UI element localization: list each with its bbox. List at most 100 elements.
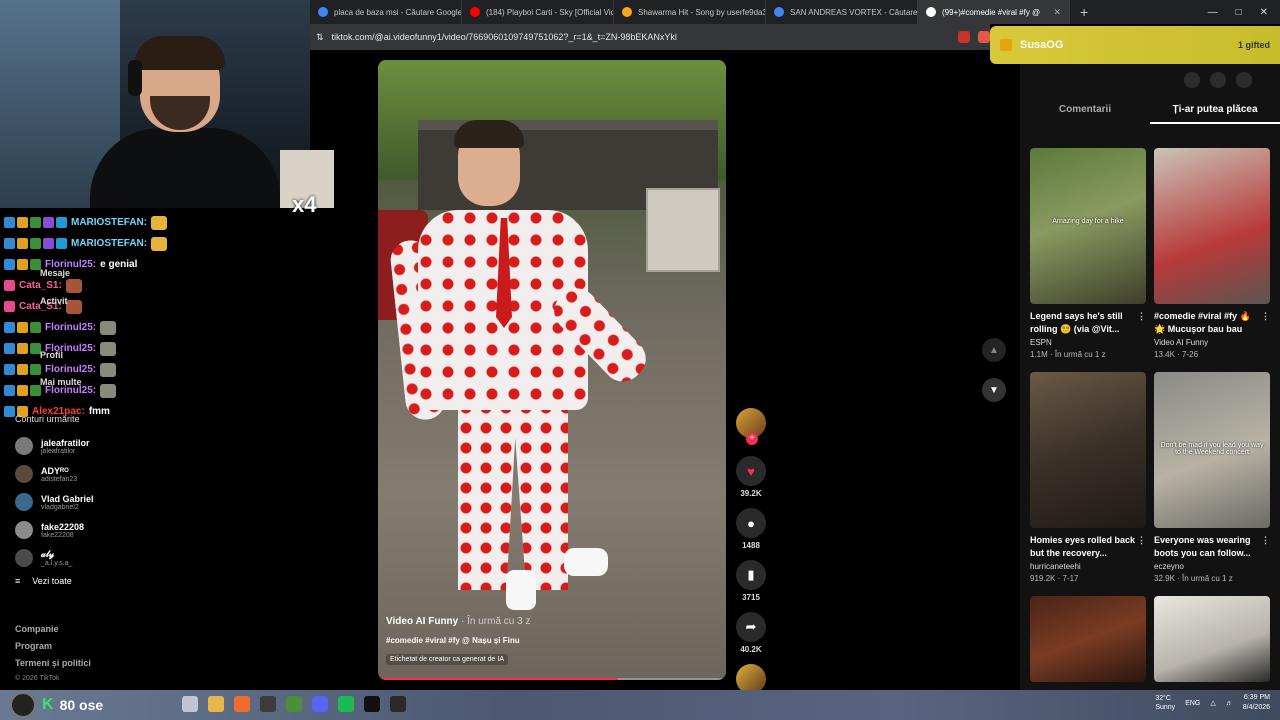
video-card[interactable]: Don't be mad if you lead you way to the … bbox=[1154, 372, 1270, 596]
url-text[interactable]: tiktok.com/@ai.videofunny1/video/7669060… bbox=[332, 32, 950, 42]
tab-title: (184) Playboi Carti - Sky [Official Vide bbox=[486, 7, 614, 17]
volume-icon[interactable]: ♬ bbox=[1226, 700, 1233, 707]
save-count: 3715 bbox=[742, 593, 760, 602]
more-options-icon[interactable]: ⋮ bbox=[1137, 310, 1146, 336]
comment-button[interactable]: ● bbox=[736, 508, 766, 538]
video-progress-bar[interactable] bbox=[378, 678, 726, 680]
chevron-up-icon: ▲ bbox=[989, 344, 999, 356]
save-button[interactable]: ▮ bbox=[736, 560, 766, 590]
video-card-title[interactable]: Homies eyes rolled back but the recovery… bbox=[1030, 534, 1146, 560]
video-author-name[interactable]: Video AI Funny bbox=[386, 616, 458, 627]
video-card[interactable]: #comedie #viral #fy 🔥 🌟 Mucușor bau bau ⋮… bbox=[1154, 148, 1270, 372]
profile-avatar[interactable] bbox=[1236, 72, 1252, 88]
video-card[interactable] bbox=[1030, 596, 1146, 684]
video-tags[interactable]: #comedie #viral #fy @ Nașu și Finu bbox=[386, 636, 716, 645]
address-bar[interactable]: ⇅ tiktok.com/@ai.videofunny1/video/76690… bbox=[310, 24, 990, 50]
chevron-down-icon: ▼ bbox=[989, 384, 999, 396]
video-author[interactable]: Video AI Funny · În urmă cu 3 z bbox=[386, 616, 716, 627]
see-all-button[interactable]: ≡ Vezi toate bbox=[15, 576, 215, 586]
sidebar-menu-item[interactable]: Profil bbox=[40, 350, 63, 360]
video-card-title[interactable]: Everyone was wearing boots you can follo… bbox=[1154, 534, 1270, 560]
next-video-button[interactable]: ▼ bbox=[982, 378, 1006, 402]
brave-shield-icon[interactable] bbox=[958, 31, 970, 43]
video-card-title[interactable]: Legend says he's still rolling 😵‍💫 (via … bbox=[1030, 310, 1146, 336]
clock[interactable]: 6:39 PM 8/4/2026 bbox=[1243, 693, 1270, 713]
brave-browser-icon[interactable] bbox=[234, 696, 250, 712]
browser-tab[interactable]: (99+)#comedie #viral #fy @ ✕ bbox=[918, 0, 1070, 24]
video-card-author[interactable]: hurricaneteehi bbox=[1030, 562, 1146, 571]
file-explorer-icon[interactable] bbox=[208, 696, 224, 712]
browser-tab[interactable]: (184) Playboi Carti - Sky [Official Vide bbox=[462, 0, 614, 24]
followed-account[interactable]: jaleafratilor jaleafratilor bbox=[15, 432, 215, 460]
brave-rewards-icon[interactable] bbox=[978, 31, 990, 43]
language-indicator[interactable]: ENG bbox=[1185, 700, 1200, 707]
video-card-author[interactable]: ESPN bbox=[1030, 338, 1146, 347]
followed-account[interactable]: fake22208 fake22208 bbox=[15, 516, 215, 544]
video-card[interactable] bbox=[1154, 596, 1270, 684]
chat-badge-icon bbox=[17, 322, 28, 333]
account-handle: _a.l.y.s.a_ bbox=[41, 560, 73, 567]
obs-icon[interactable] bbox=[390, 696, 406, 712]
comment-count: 1488 bbox=[742, 541, 760, 550]
video-thumbnail[interactable]: Amazing day for a hike bbox=[1030, 148, 1146, 304]
new-tab-button[interactable]: + bbox=[1070, 4, 1098, 20]
video-card-author[interactable]: eczeyno bbox=[1154, 562, 1270, 571]
footer-link-terms[interactable]: Termeni și politici bbox=[15, 658, 91, 675]
chat-badge-icon bbox=[4, 343, 15, 354]
more-options-icon[interactable]: ⋮ bbox=[1137, 534, 1146, 560]
phone-icon[interactable] bbox=[1210, 72, 1226, 88]
video-card-title[interactable]: #comedie #viral #fy 🔥 🌟 Mucușor bau bau ⋮ bbox=[1154, 310, 1270, 336]
video-thumbnail[interactable] bbox=[1030, 596, 1146, 682]
chat-message: Florinul25: bbox=[4, 317, 304, 338]
capcut-icon[interactable] bbox=[364, 696, 380, 712]
minimize-icon[interactable]: — bbox=[1208, 7, 1218, 18]
creator-avatar[interactable]: + bbox=[736, 408, 766, 445]
video-player[interactable]: Video AI Funny · În urmă cu 3 z #comedie… bbox=[378, 60, 726, 680]
browser-tab[interactable]: placa de baza msi - Căutare Google bbox=[310, 0, 462, 24]
steam-icon[interactable] bbox=[260, 696, 276, 712]
window-controls: — □ ✕ bbox=[1208, 7, 1280, 18]
sidebar-menu-item[interactable]: Activit bbox=[40, 296, 68, 306]
account-name: 𝒶𝓁𝓎 bbox=[41, 549, 55, 559]
video-card[interactable]: Amazing day for a hike Legend says he's s… bbox=[1030, 148, 1146, 372]
follow-plus-icon[interactable]: + bbox=[746, 433, 758, 445]
like-button[interactable]: ♥ bbox=[736, 456, 766, 486]
tab-comments[interactable]: Comentarii bbox=[1020, 100, 1150, 124]
browser-tab[interactable]: Shawarma Hit - Song by userfe9da3f bbox=[614, 0, 766, 24]
footer-link-program[interactable]: Program bbox=[15, 641, 91, 658]
wifi-icon[interactable]: △ bbox=[1210, 699, 1215, 707]
comment-icon: ● bbox=[747, 515, 755, 531]
video-thumbnail[interactable] bbox=[1154, 596, 1270, 682]
sidebar-menu-item[interactable]: Mesaje bbox=[40, 268, 70, 278]
video-card-author[interactable]: Video AI Funny bbox=[1154, 338, 1270, 347]
bookmark-icon: ▮ bbox=[747, 567, 755, 582]
tab-you-may-like[interactable]: Ți-ar putea plăcea bbox=[1150, 100, 1280, 124]
clock-time: 6:39 PM bbox=[1243, 694, 1270, 701]
more-options-icon[interactable]: ⋮ bbox=[1261, 534, 1270, 560]
tab-close-icon[interactable]: ✕ bbox=[1053, 7, 1061, 18]
like-count: 39.2K bbox=[740, 489, 762, 498]
maximize-icon[interactable]: □ bbox=[1236, 7, 1242, 18]
browser-tab[interactable]: SAN ANDREAS VORTEX - Căutare Go bbox=[766, 0, 918, 24]
task-view-icon[interactable] bbox=[182, 696, 198, 712]
followed-account[interactable]: Vlad Gabriel vladgabriel2 bbox=[15, 488, 215, 516]
sidebar-menu-item[interactable]: Mai multe bbox=[40, 377, 82, 387]
followed-account[interactable]: ADYᴿᴼ adistefan23 bbox=[15, 460, 215, 488]
discord-icon[interactable] bbox=[312, 696, 328, 712]
site-info-icon[interactable]: ⇅ bbox=[316, 32, 324, 43]
weather-widget[interactable]: 32°C Sunny bbox=[1155, 694, 1175, 712]
video-thumbnail[interactable] bbox=[1154, 148, 1270, 304]
more-options-icon[interactable]: ⋮ bbox=[1261, 310, 1270, 336]
followed-account[interactable]: 𝒶𝓁𝓎 _a.l.y.s.a_ bbox=[15, 544, 215, 572]
spotify-icon[interactable] bbox=[338, 696, 354, 712]
footer-link-company[interactable]: Companie bbox=[15, 624, 91, 641]
share-button[interactable]: ➦ bbox=[736, 612, 766, 642]
video-thumbnail[interactable]: Don't be mad if you lead you way to the … bbox=[1154, 372, 1270, 528]
compass-icon[interactable] bbox=[1184, 72, 1200, 88]
minecraft-icon[interactable] bbox=[286, 696, 302, 712]
video-card[interactable]: Homies eyes rolled back but the recovery… bbox=[1030, 372, 1146, 596]
video-thumbnail[interactable] bbox=[1030, 372, 1146, 528]
close-icon[interactable]: ✕ bbox=[1260, 7, 1268, 18]
panel-tabs: Comentarii Ți-ar putea plăcea bbox=[1020, 100, 1280, 124]
previous-video-button[interactable]: ▲ bbox=[982, 338, 1006, 362]
